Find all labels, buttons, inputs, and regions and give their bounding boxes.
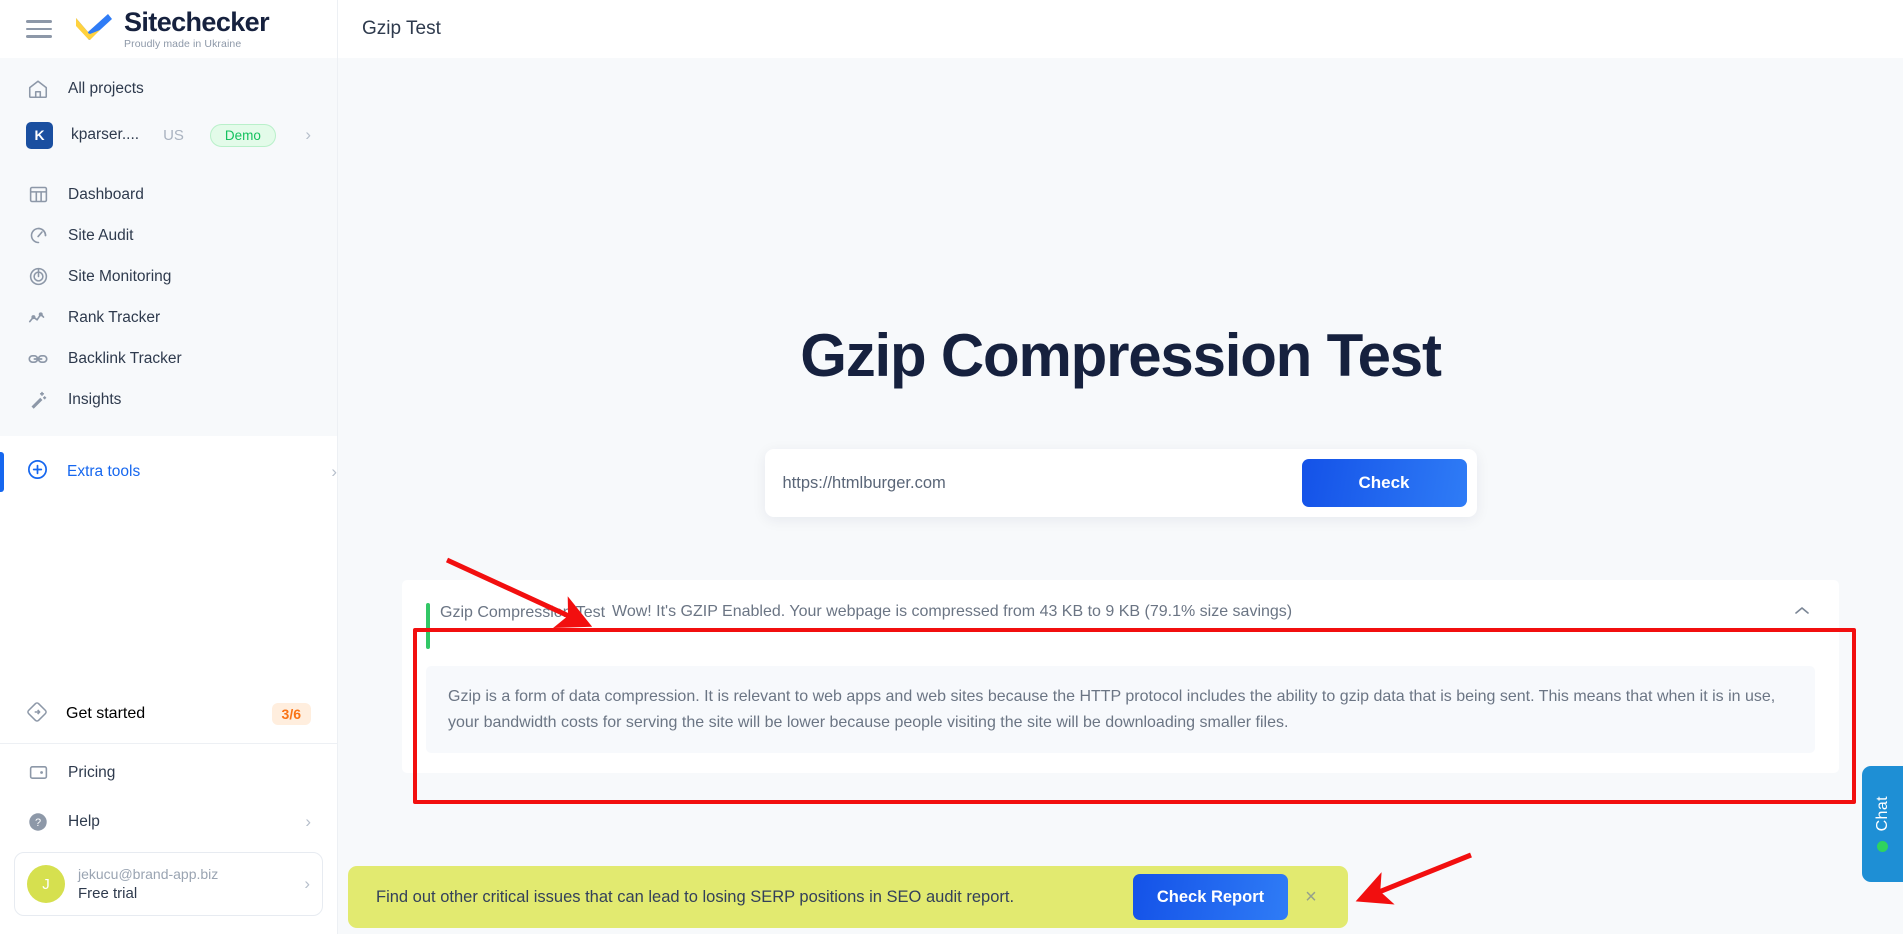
logo-tagline: Proudly made in Ukraine (124, 37, 242, 50)
home-icon (26, 77, 50, 101)
sidebar-item-extra-tools[interactable]: Extra tools › (0, 446, 337, 498)
close-icon[interactable]: × (1288, 886, 1334, 909)
chat-status-dot-icon (1877, 841, 1888, 853)
sidebar-item-label: Pricing (68, 763, 116, 781)
page-title: Gzip Test (362, 18, 441, 39)
sidebar-item-pricing[interactable]: Pricing (0, 748, 337, 797)
project-country: US (163, 126, 184, 144)
promo-banner-inner: Find out other critical issues that can … (348, 866, 1348, 928)
avatar: J (27, 865, 65, 903)
sidebar-item-site-monitoring[interactable]: Site Monitoring (0, 256, 337, 297)
result-description: Gzip is a form of data compression. It i… (426, 666, 1815, 754)
sidebar-item-label: Extra tools (67, 463, 141, 480)
chat-widget-button[interactable]: Chat (1862, 766, 1903, 882)
user-email: jekucu@brand-app.biz (78, 866, 219, 882)
rank-tracker-icon (26, 306, 50, 330)
sidebar-divider (0, 743, 337, 744)
sitechecker-logo-icon (74, 12, 114, 46)
sidebar-item-label: Help (68, 812, 100, 830)
result-card: Gzip Compression Test Wow! It's GZIP Ena… (402, 580, 1839, 774)
sidebar-header: Sitechecker Proudly made in Ukraine (0, 0, 337, 58)
sidebar-menu: Dashboard Site Audit Site Monitoring Ran… (0, 164, 337, 436)
sidebar-item-label: Site Audit (68, 226, 134, 244)
sidebar-item-label: Insights (68, 390, 122, 408)
result-section: Gzip Compression Test Wow! It's GZIP Ena… (402, 580, 1839, 774)
sidebar-item-label: All projects (68, 80, 144, 97)
backlink-tracker-icon (26, 347, 50, 371)
page-header: Gzip Test (338, 0, 1903, 58)
user-plan: Free trial (78, 885, 138, 902)
sidebar-item-label: Backlink Tracker (68, 349, 182, 367)
site-audit-icon (26, 224, 50, 248)
sidebar-item-get-started[interactable]: Get started 3/6 (0, 687, 337, 741)
collapse-toggle[interactable] (1789, 602, 1815, 615)
project-demo-badge: Demo (209, 123, 276, 147)
result-label: Gzip Compression Test (440, 604, 606, 621)
sidebar: Sitechecker Proudly made in Ukraine All … (0, 0, 338, 934)
chevron-right-icon[interactable]: › (304, 874, 310, 894)
sidebar-item-all-projects[interactable]: All projects (0, 66, 337, 112)
user-profile-card[interactable]: J jekucu@brand-app.biz Free trial › (14, 852, 323, 916)
chevron-right-icon[interactable]: › (331, 462, 337, 482)
sidebar-item-insights[interactable]: Insights (0, 379, 337, 420)
compass-icon (26, 701, 48, 728)
help-icon: ? (26, 810, 50, 834)
main-area: Gzip Test Gzip Compression Test Check Gz… (338, 0, 1903, 934)
chevron-right-icon[interactable]: › (305, 125, 311, 145)
logo[interactable]: Sitechecker Proudly made in Ukraine (74, 6, 270, 50)
project-name: kparser.... (71, 126, 140, 143)
url-check-card: Check (764, 449, 1477, 517)
sidebar-item-label: Site Monitoring (68, 267, 172, 285)
sidebar-item-project[interactable]: K kparser.... US Demo › (0, 112, 337, 158)
check-report-button[interactable]: Check Report (1133, 874, 1288, 920)
sidebar-item-help[interactable]: ? Help › (0, 797, 337, 846)
plus-circle-icon (26, 458, 49, 486)
wallet-icon (26, 761, 50, 785)
insights-icon (26, 388, 50, 412)
sidebar-bottom-menu: Pricing ? Help › J jekucu@brand-app.biz … (0, 748, 337, 934)
app-root: Sitechecker Proudly made in Ukraine All … (0, 0, 1903, 934)
dashboard-icon (26, 183, 50, 207)
chat-label: Chat (1873, 795, 1891, 832)
site-monitoring-icon (26, 265, 50, 289)
sidebar-item-label: Dashboard (68, 185, 144, 203)
project-initial-badge: K (26, 121, 53, 149)
hero-title: Gzip Compression Test (800, 322, 1442, 389)
sidebar-item-label: Rank Tracker (68, 308, 161, 326)
get-started-progress-badge: 3/6 (271, 703, 311, 725)
svg-text:?: ? (35, 817, 41, 829)
promo-banner: Find out other critical issues that can … (338, 860, 1903, 934)
sidebar-item-dashboard[interactable]: Dashboard (0, 174, 337, 215)
menu-toggle-icon[interactable] (26, 20, 52, 38)
sidebar-item-backlink-tracker[interactable]: Backlink Tracker (0, 338, 337, 379)
sidebar-item-label: Get started (66, 705, 146, 722)
chevron-right-icon[interactable]: › (305, 812, 311, 832)
page-content: Gzip Compression Test Check Gzip Compres… (338, 58, 1903, 934)
check-button[interactable]: Check (1301, 459, 1467, 507)
sidebar-item-site-audit[interactable]: Site Audit (0, 215, 337, 256)
sidebar-item-rank-tracker[interactable]: Rank Tracker (0, 297, 337, 338)
promo-banner-text: Find out other critical issues that can … (376, 887, 1015, 906)
url-input[interactable] (782, 473, 1302, 493)
result-message: Wow! It's GZIP Enabled. Your webpage is … (612, 603, 1293, 620)
sidebar-projects-section: All projects K kparser.... US Demo › (0, 58, 337, 164)
result-header: Gzip Compression Test Wow! It's GZIP Ena… (426, 602, 1815, 650)
logo-title: Sitechecker (124, 6, 270, 37)
